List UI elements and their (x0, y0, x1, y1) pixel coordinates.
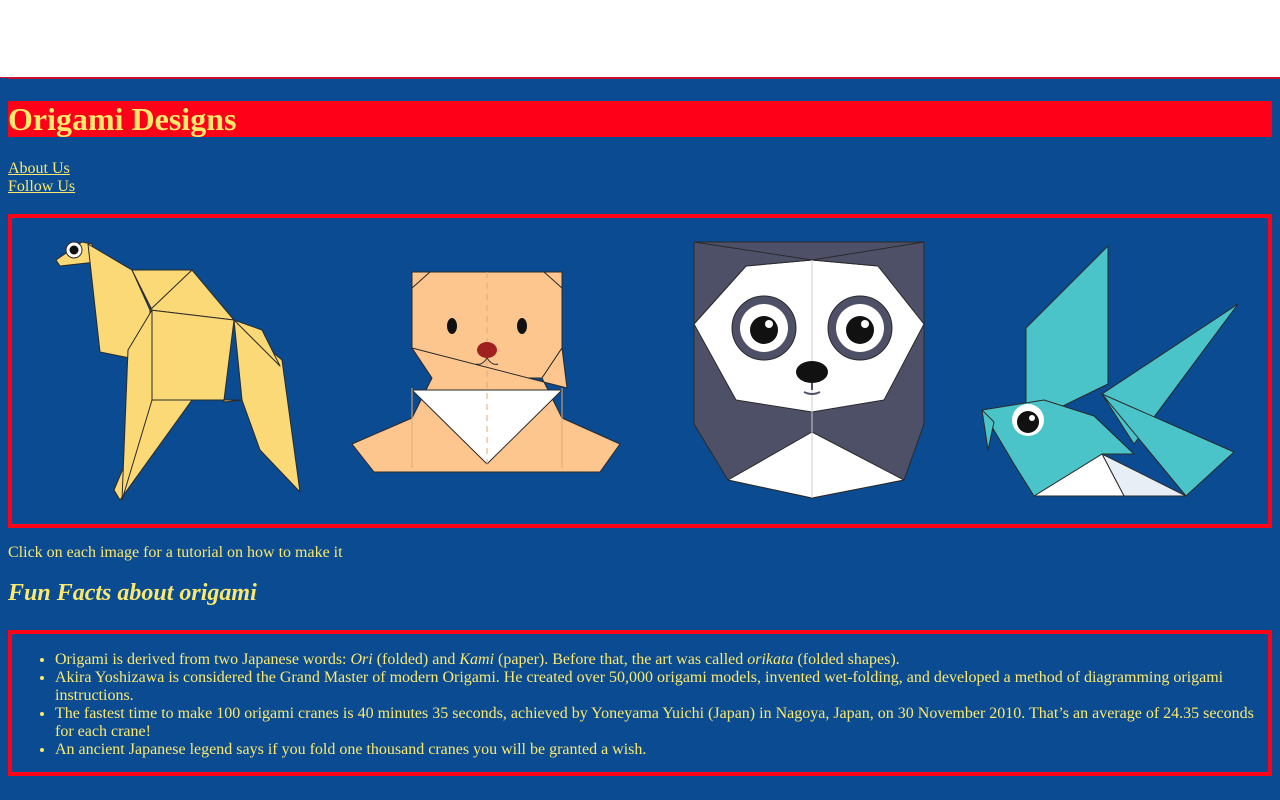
site-header: Origami Designs (8, 101, 1272, 137)
list-item: Akira Yoshizawa is considered the Grand … (55, 669, 1260, 705)
top-banner-area (0, 0, 1280, 77)
camel-origami-image[interactable] (52, 240, 312, 502)
fun-facts-list: Origami is derived from two Japanese wor… (12, 651, 1260, 759)
origami-gallery (8, 214, 1272, 528)
page-title: Origami Designs (8, 101, 237, 137)
panda-origami-image[interactable] (692, 240, 928, 502)
fun-facts-box: Origami is derived from two Japanese wor… (8, 630, 1272, 776)
divider (0, 77, 8, 78)
hamster-origami-image[interactable] (352, 268, 622, 478)
fun-facts-heading: Fun Facts about origami (8, 580, 257, 606)
bird-origami-image[interactable] (974, 244, 1244, 502)
list-item: The fastest time to make 100 origami cra… (55, 705, 1260, 741)
nav-link-about-us[interactable]: About Us (8, 160, 75, 178)
nav-link-follow-us[interactable]: Follow Us (8, 178, 75, 196)
gallery-caption: Click on each image for a tutorial on ho… (8, 544, 343, 561)
list-item: Origami is derived from two Japanese wor… (55, 651, 1260, 669)
nav-links: About Us Follow Us (8, 160, 75, 196)
list-item: An ancient Japanese legend says if you f… (55, 741, 1260, 759)
divider (8, 77, 1280, 79)
